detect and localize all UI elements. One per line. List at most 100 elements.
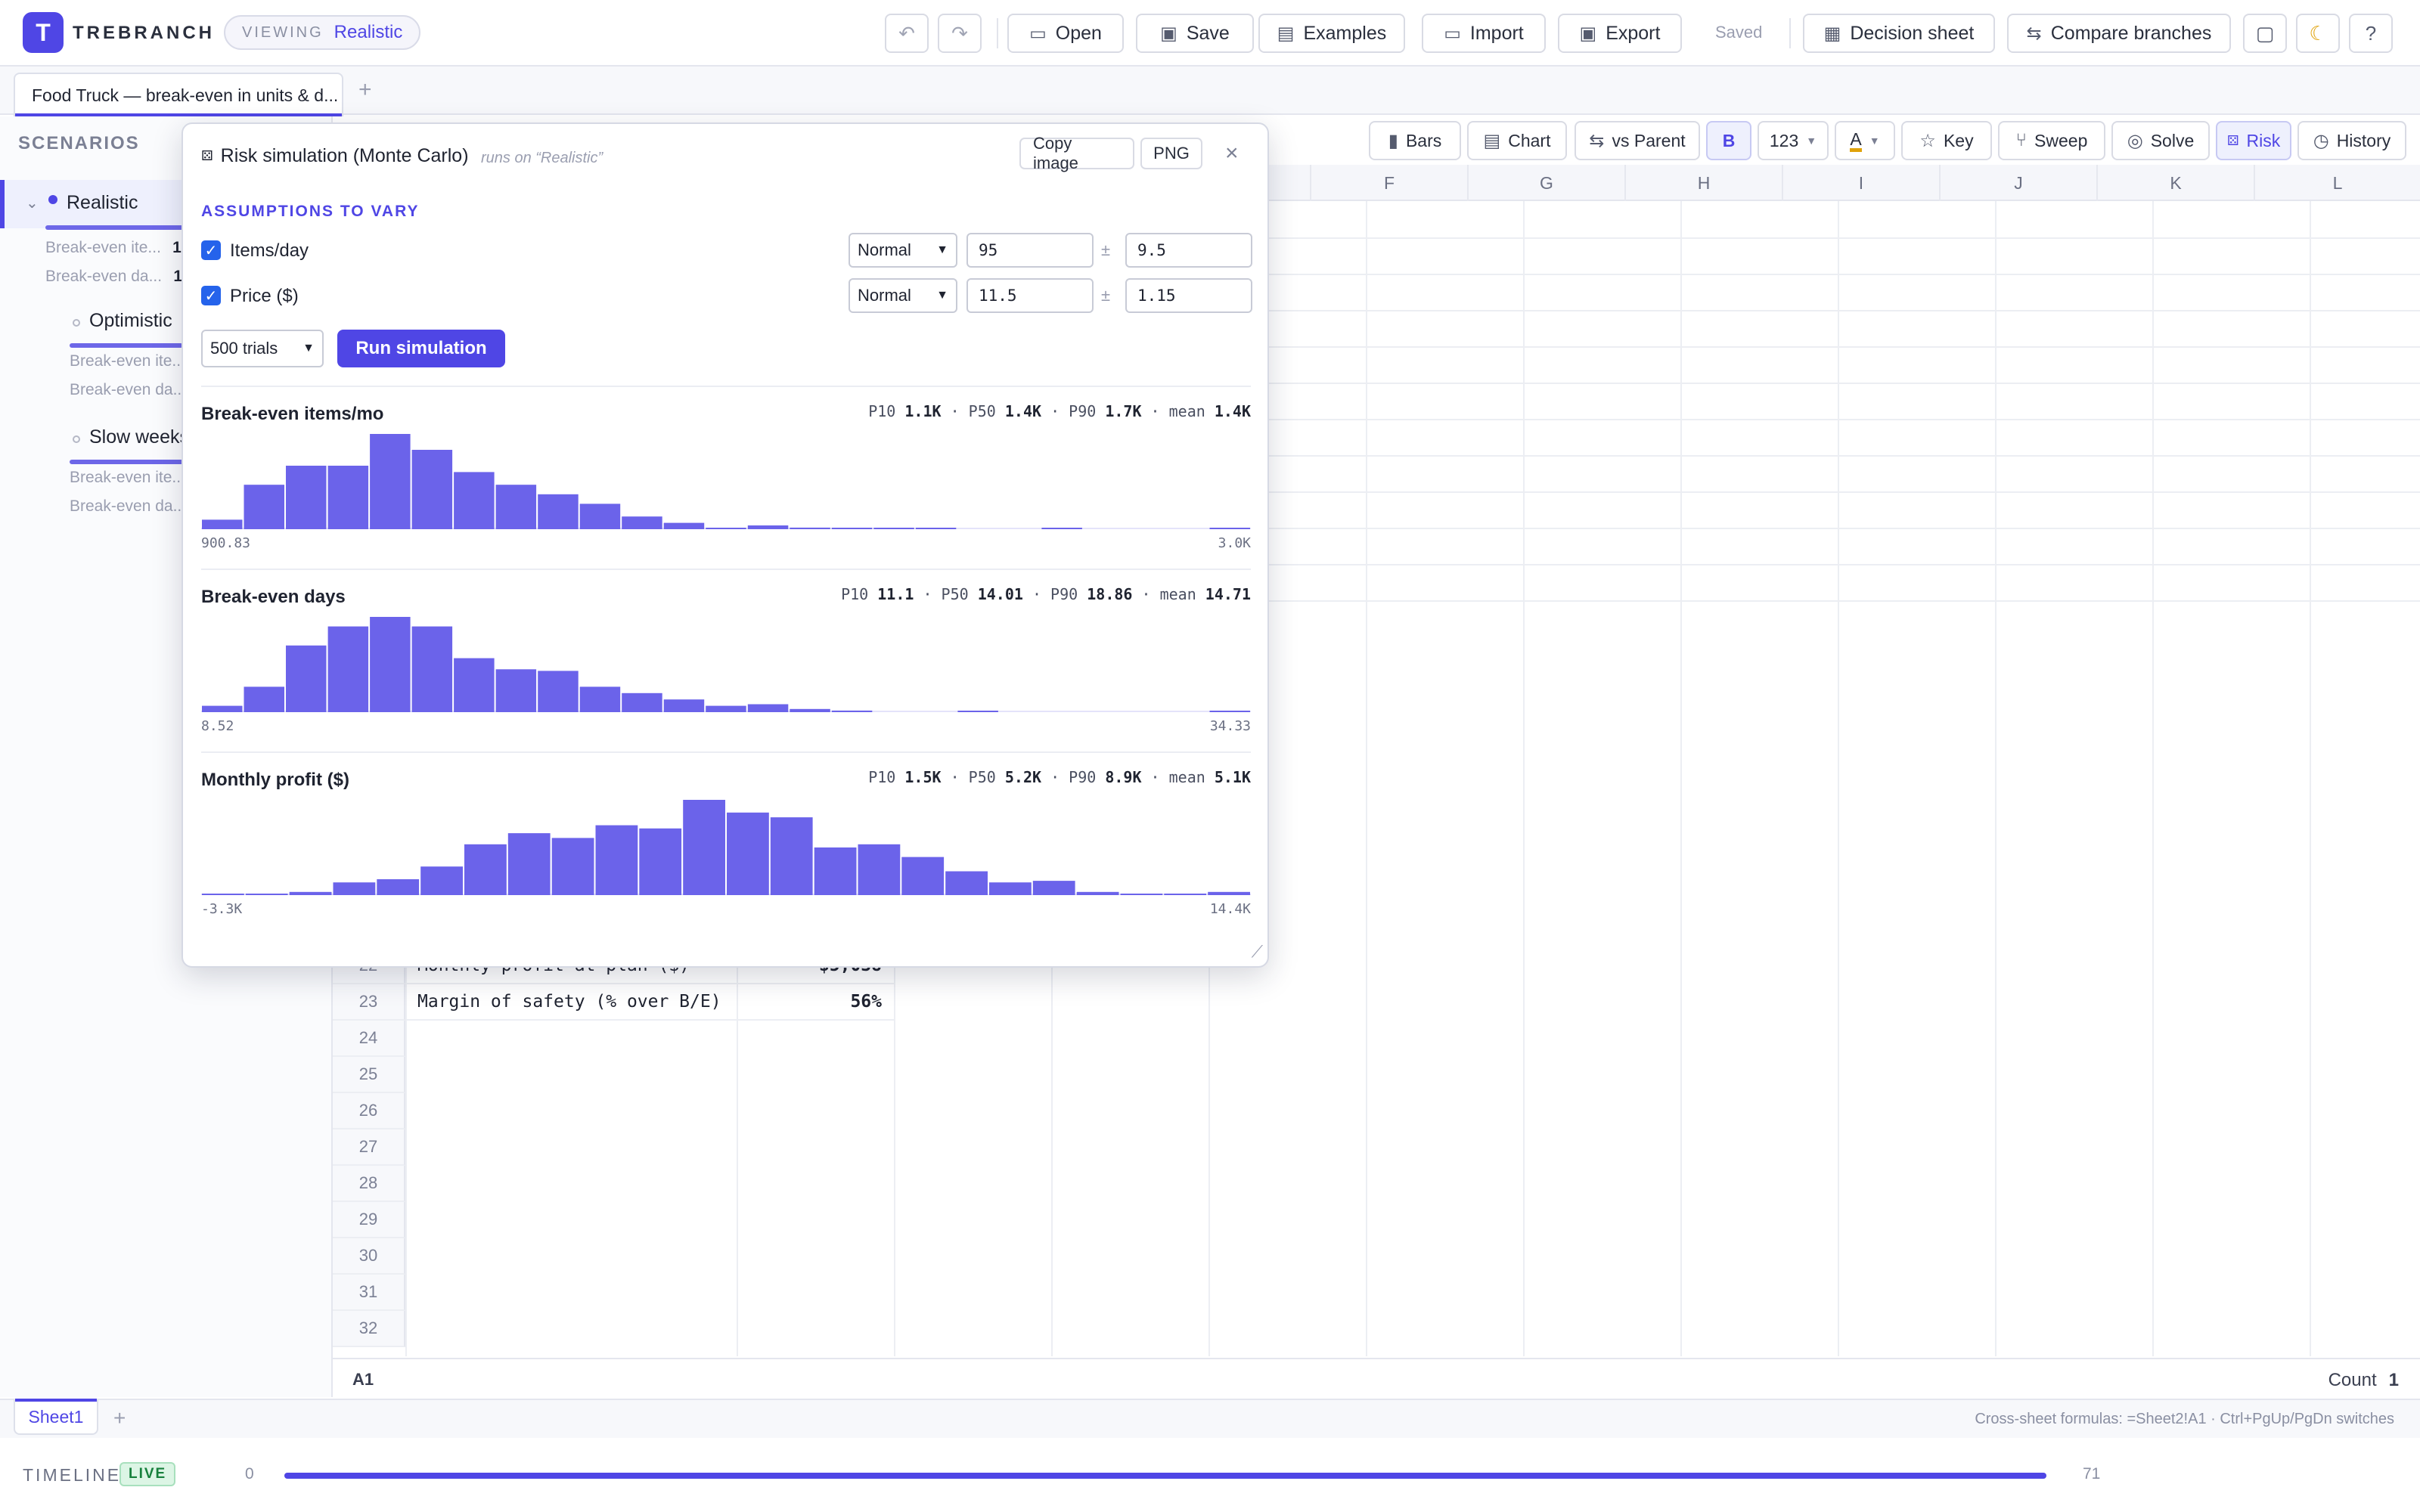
caret-down-icon: ▼ xyxy=(1806,135,1817,147)
histogram-max: 14.4K xyxy=(1209,901,1251,917)
timeline-bar: TIMELINE LIVE 0 71 xyxy=(0,1439,2420,1512)
assumptions-title: ASSUMPTIONS TO VARY xyxy=(201,203,420,220)
timeline-end: 71 xyxy=(2083,1465,2101,1483)
grid-column-line xyxy=(1838,201,1839,1356)
histogram-bar xyxy=(411,450,453,529)
column-header[interactable]: H xyxy=(1626,165,1783,201)
compare-icon: ⇆ xyxy=(2026,23,2042,44)
row-header[interactable]: 31 xyxy=(333,1275,405,1311)
undo-icon[interactable]: ↶ xyxy=(885,14,929,53)
column-header[interactable]: I xyxy=(1783,165,1941,201)
histogram-bar xyxy=(202,705,243,712)
trials-select[interactable]: 500 trials ▼ xyxy=(201,330,324,367)
row-header[interactable]: 32 xyxy=(333,1311,405,1347)
history-button[interactable]: ◷ History xyxy=(2297,121,2406,160)
save-button[interactable]: ▣ Save xyxy=(1136,14,1254,53)
mean-input[interactable]: 95 xyxy=(966,233,1094,268)
sweep-button[interactable]: ⑂ Sweep xyxy=(1998,121,2105,160)
text-color-button[interactable]: A ▼ xyxy=(1835,121,1895,160)
logo-icon: T xyxy=(23,12,64,53)
solve-label: Solve xyxy=(2150,130,2195,150)
scenario-item-optimistic[interactable]: Optimistic xyxy=(73,308,172,332)
row-header[interactable]: 23 xyxy=(333,984,405,1021)
distribution-value: Normal xyxy=(858,286,911,305)
scenario-metric: Break-even da... xyxy=(70,497,187,515)
histogram-max: 34.33 xyxy=(1209,718,1251,734)
redo-icon[interactable]: ↷ xyxy=(938,14,982,53)
bars-button[interactable]: ▮ Bars xyxy=(1369,121,1461,160)
assumption-label: Price ($) xyxy=(230,286,299,306)
row-header[interactable]: 27 xyxy=(333,1129,405,1166)
solve-button[interactable]: ◎ Solve xyxy=(2111,121,2210,160)
histogram-title: Break-even days xyxy=(201,587,346,607)
export-button[interactable]: ▣ Export xyxy=(1558,14,1682,53)
row-header[interactable]: 24 xyxy=(333,1021,405,1057)
add-tab-icon[interactable]: + xyxy=(358,77,372,103)
vs-parent-button[interactable]: ⇆ vs Parent xyxy=(1575,121,1700,160)
chart-button[interactable]: ▤ Chart xyxy=(1467,121,1567,160)
examples-button[interactable]: ▤ Examples xyxy=(1258,14,1405,53)
checkbox-items-per-day[interactable]: ✓ xyxy=(201,240,221,260)
column-header[interactable]: L xyxy=(2255,165,2420,201)
sheet-tab[interactable]: Sheet1 xyxy=(14,1399,98,1435)
saved-status: Saved xyxy=(1715,23,1763,42)
copy-image-button[interactable]: Copy image xyxy=(1019,134,1134,172)
compare-branches-button[interactable]: ⇆ Compare branches xyxy=(2007,14,2231,53)
file-tab[interactable]: Food Truck — break-even in units & d... xyxy=(14,73,343,116)
histogram-bar xyxy=(790,708,830,712)
histogram-bar xyxy=(370,434,411,529)
save-label: Save xyxy=(1186,22,1230,44)
lock-icon[interactable]: ▢ xyxy=(2243,14,2287,53)
row-header[interactable]: 29 xyxy=(333,1202,405,1238)
column-header[interactable]: J xyxy=(1941,165,2098,201)
sd-input[interactable]: 9.5 xyxy=(1125,233,1252,268)
file-tab-bar: Food Truck — break-even in units & d... … xyxy=(0,67,2420,116)
open-button[interactable]: ▭ Open xyxy=(1007,14,1124,53)
add-sheet-icon[interactable]: + xyxy=(113,1406,126,1430)
histogram-bar xyxy=(957,711,998,712)
scenario-item-slow-weeks[interactable]: Slow weeks xyxy=(73,425,189,448)
import-button[interactable]: ▭ Import xyxy=(1422,14,1546,53)
histogram-bar xyxy=(622,516,662,529)
risk-button[interactable]: ⚄ Risk xyxy=(2216,121,2291,160)
key-button[interactable]: ☆ Key xyxy=(1901,121,1992,160)
disk-icon: ▣ xyxy=(1160,23,1177,44)
distribution-select[interactable]: Normal ▼ xyxy=(849,278,957,313)
examples-label: Examples xyxy=(1303,22,1387,44)
png-button[interactable]: PNG xyxy=(1140,138,1202,169)
histogram-bar xyxy=(202,519,243,529)
histogram-max: 3.0K xyxy=(1218,535,1251,551)
histogram-bar xyxy=(244,686,284,712)
distribution-select[interactable]: Normal ▼ xyxy=(849,233,957,268)
row-header[interactable]: 28 xyxy=(333,1166,405,1202)
target-icon: ◎ xyxy=(2127,130,2143,151)
resize-handle-icon[interactable]: ⟋ xyxy=(1252,942,1263,962)
column-header[interactable]: F xyxy=(1311,165,1469,201)
checkbox-price[interactable]: ✓ xyxy=(201,286,221,305)
close-icon[interactable]: × xyxy=(1225,141,1239,166)
scenario-metric: Break-even ite... xyxy=(70,352,185,370)
row-header[interactable]: 26 xyxy=(333,1093,405,1129)
histogram-bar xyxy=(747,704,789,712)
mean-input[interactable]: 11.5 xyxy=(966,278,1094,313)
number-format-button[interactable]: 123 ▼ xyxy=(1758,121,1829,160)
panel-subtitle: runs on “Realistic” xyxy=(481,150,603,166)
decision-sheet-button[interactable]: ▦ Decision sheet xyxy=(1803,14,1995,53)
histogram-bar xyxy=(286,466,327,529)
moon-icon[interactable]: ☾ xyxy=(2296,14,2340,53)
label-cell[interactable]: Margin of safety (% over B/E) xyxy=(405,984,737,1021)
timeline-slider[interactable] xyxy=(284,1473,2046,1479)
histogram-title: Break-even items/mo xyxy=(201,404,384,424)
run-simulation-button[interactable]: Run simulation xyxy=(337,330,505,367)
row-header[interactable]: 25 xyxy=(333,1057,405,1093)
histogram-bar xyxy=(289,891,332,895)
bold-button[interactable]: B xyxy=(1706,121,1751,160)
value-cell[interactable]: 56% xyxy=(737,984,894,1021)
column-header[interactable]: K xyxy=(2098,165,2255,201)
column-header[interactable]: G xyxy=(1469,165,1626,201)
selection-count: Count 1 xyxy=(2328,1370,2399,1391)
chevron-down-icon: ▼ xyxy=(936,289,948,302)
sd-input[interactable]: 1.15 xyxy=(1125,278,1252,313)
help-icon[interactable]: ? xyxy=(2349,14,2393,53)
row-header[interactable]: 30 xyxy=(333,1238,405,1275)
